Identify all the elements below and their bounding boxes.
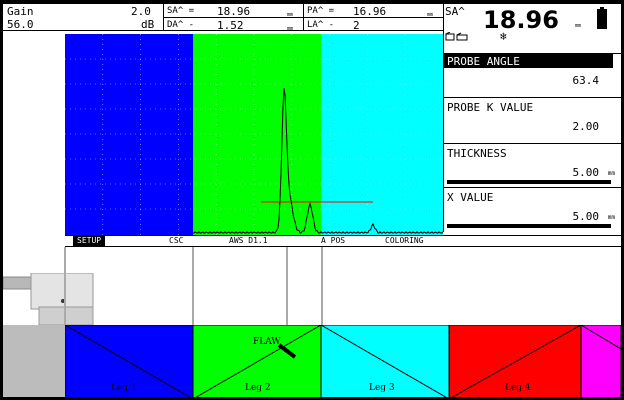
- probe-k-panel[interactable]: PROBE K VALUE 2.00: [443, 97, 621, 144]
- thickness-panel[interactable]: THICKNESS 5.00 mm: [443, 143, 621, 188]
- gain-value[interactable]: 2.0: [131, 5, 151, 18]
- position-guides: [64, 247, 323, 327]
- probe-k-label: PROBE K VALUE: [447, 101, 534, 114]
- menu-a-pos[interactable]: A POS: [317, 235, 349, 247]
- leg-diagram: [65, 325, 621, 397]
- battery-icon: [597, 7, 607, 29]
- da-label: DA^ -: [167, 20, 195, 30]
- leg3-zone: [321, 34, 443, 235]
- gain-label: Gain: [7, 5, 34, 18]
- big-readout-label: SA^: [445, 5, 465, 18]
- la-label: LA^ -: [307, 20, 335, 30]
- leg-3-label: Leg 3: [369, 383, 395, 393]
- probe-angle-panel[interactable]: PROBE ANGLE 63.4: [443, 53, 621, 98]
- probe-k-value: 2.00: [572, 120, 600, 133]
- thickness-bar: [447, 180, 611, 184]
- x-value-label: X VALUE: [447, 191, 494, 204]
- la-value: 2: [353, 19, 360, 32]
- sa-value: 18.96: [217, 5, 251, 18]
- probe-zone: [3, 325, 65, 397]
- thickness-value: 5.00: [572, 166, 600, 179]
- probe-status-icon: [445, 31, 485, 42]
- header-divider-2: [303, 3, 304, 31]
- probe-angle-label: PROBE ANGLE: [447, 55, 520, 68]
- thickness-label: THICKNESS: [447, 147, 507, 160]
- instrument-screen: Gain 2.0 56.0 dB SA^ = 18.96 mm DA^ - 1.…: [3, 3, 621, 397]
- pa-label: PA^ =: [307, 6, 335, 16]
- leg2-zone: [193, 34, 321, 235]
- sa-label: SA^ =: [167, 6, 195, 16]
- header-divider-1: [163, 3, 164, 31]
- freeze-icon: ❄: [500, 30, 507, 43]
- gain-unit: dB: [141, 18, 155, 31]
- pa-unit: mm: [427, 12, 434, 18]
- big-readout-unit: mm: [575, 23, 582, 29]
- sa-unit: mm: [287, 12, 294, 18]
- x-value-value: 5.00: [572, 210, 600, 223]
- leg-2-label: Leg 2: [245, 383, 271, 393]
- a-scan-plot: [65, 34, 443, 235]
- leg-4-label: Leg 4: [505, 383, 531, 393]
- da-value: 1.52: [217, 19, 244, 32]
- menu-setup[interactable]: SETUP: [73, 235, 106, 247]
- leg1-zone: [65, 34, 193, 235]
- x-value-bar: [447, 224, 611, 228]
- menu-bar: SETUP CSC AWS D1.1 A POS COLORING: [65, 235, 621, 247]
- x-value-unit: mm: [607, 214, 615, 221]
- flaw-label: FLAW: [253, 337, 281, 347]
- x-value-panel[interactable]: X VALUE 5.00 mm: [443, 187, 621, 233]
- menu-csc[interactable]: CSC: [165, 235, 187, 247]
- menu-aws[interactable]: AWS D1.1: [225, 235, 272, 247]
- menu-coloring[interactable]: COLORING: [381, 235, 428, 247]
- thickness-unit: mm: [607, 170, 615, 177]
- pa-value: 16.96: [353, 5, 387, 18]
- probe-angle-value: 63.4: [572, 74, 600, 87]
- big-readout-value: 18.96: [483, 6, 559, 34]
- leg-1-label: Leg 1: [111, 383, 137, 393]
- gain-db-value: 56.0: [7, 18, 34, 31]
- header-top-border: [3, 3, 621, 4]
